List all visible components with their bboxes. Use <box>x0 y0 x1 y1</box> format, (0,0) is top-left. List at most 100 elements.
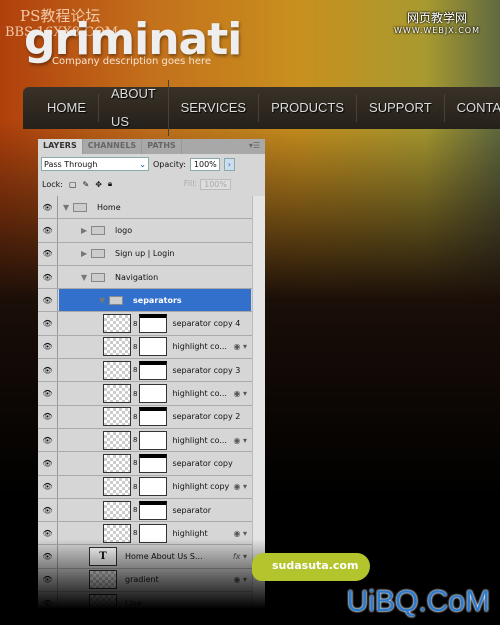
eye-icon[interactable]: 👁︎ <box>38 335 58 359</box>
eye-icon[interactable]: 👁︎ <box>38 592 58 615</box>
eye-icon[interactable]: 👁︎ <box>38 568 58 592</box>
layer-name: gradient <box>125 575 159 585</box>
mask-thumbnail <box>139 453 168 473</box>
expand-down-icon[interactable]: ▼ <box>81 273 91 282</box>
layer-name: logo <box>115 225 133 235</box>
eye-icon[interactable]: 👁︎ <box>38 289 58 312</box>
link-icon: 8 <box>133 436 138 445</box>
nav-contact[interactable]: CONTACT <box>445 94 500 122</box>
layer-style-icon[interactable]: ◉ ▾ <box>233 482 247 491</box>
layer-row[interactable]: 👁︎ 8 highlight co... ◉ ▾ <box>38 428 265 453</box>
eye-icon[interactable]: 👁︎ <box>38 382 58 405</box>
lock-transparency-icon[interactable]: ▢ <box>69 180 77 189</box>
link-icon: 8 <box>133 319 138 328</box>
layer-style-icon[interactable]: ◉ ▾ <box>233 575 247 584</box>
eye-icon[interactable]: 👁︎ <box>38 359 58 382</box>
layer-thumbnail <box>103 360 131 380</box>
eye-icon[interactable]: 👁︎ <box>38 196 58 219</box>
expand-down-icon[interactable]: ▼ <box>63 203 73 212</box>
layer-row[interactable]: 👁︎ ▼ separators <box>38 289 265 313</box>
fill-input[interactable]: 100% <box>200 178 231 190</box>
layer-row[interactable]: 👁︎ 8 separator copy 3 <box>38 359 265 383</box>
layer-name: separator <box>172 505 212 515</box>
tab-paths[interactable]: PATHS <box>142 139 182 154</box>
layer-row[interactable]: 👁︎ ▼ Navigation <box>38 265 265 290</box>
blend-mode-select[interactable]: Pass Through ⌄ <box>41 157 149 171</box>
eye-icon[interactable]: 👁︎ <box>38 219 58 242</box>
mask-thumbnail <box>139 500 168 520</box>
nav-services[interactable]: SERVICES <box>169 94 260 122</box>
lock-all-icon[interactable]: 🔒︎ <box>108 179 112 189</box>
layers-list: 👁︎ ▼ Home 👁︎ ▶ logo 👁︎ ▶ Sign up | Login 👁︎ ▼ Navig… <box>38 196 265 616</box>
layer-row[interactable]: 👁︎ 8 highlight co... ◉ ▾ <box>38 382 265 406</box>
layer-row[interactable]: 👁︎ 8 separator copy <box>38 452 265 476</box>
watermark-text: 网页教学网 <box>407 11 468 25</box>
layer-name: highlight <box>172 528 208 538</box>
layer-row[interactable]: 👁︎ 8 highlight ◉ ▾ <box>38 522 265 546</box>
panel-menu-icon[interactable]: ▾☰ <box>244 139 265 154</box>
layer-style-icon[interactable]: ◉ ▾ <box>233 342 247 351</box>
eye-icon[interactable]: 👁︎ <box>38 242 58 265</box>
watermark-logo: 网页教学网 WWW.WEBJX.COM <box>394 9 480 35</box>
nav-products[interactable]: PRODUCTS <box>259 94 358 122</box>
eye-icon[interactable]: 👁︎ <box>38 522 58 545</box>
folder-icon <box>91 225 105 235</box>
layer-row[interactable]: 👁︎ T Home About Us S... fx ▾ <box>38 545 265 569</box>
expand-right-icon[interactable]: ▶ <box>81 226 91 235</box>
layer-name: separator copy <box>172 458 233 468</box>
eye-icon[interactable]: 👁︎ <box>38 475 58 498</box>
mask-thumbnail <box>139 477 168 497</box>
layer-row[interactable]: 👁︎ Line <box>38 592 265 616</box>
watermark-url: WWW.WEBJX.COM <box>394 26 480 35</box>
nav-support[interactable]: SUPPORT <box>357 94 445 122</box>
link-icon: 8 <box>133 529 138 538</box>
layer-thumbnail <box>89 570 117 590</box>
folder-icon <box>73 202 87 212</box>
layer-thumbnail <box>103 477 131 497</box>
eye-icon[interactable]: 👁︎ <box>38 498 58 522</box>
eye-icon[interactable]: 👁︎ <box>38 265 58 289</box>
layer-row[interactable]: 👁︎ 8 separator copy 2 <box>38 405 265 429</box>
eye-icon[interactable]: 👁︎ <box>38 545 58 568</box>
layer-row[interactable]: 👁︎ ▼ Home <box>38 196 265 220</box>
layer-style-icon[interactable]: ◉ ▾ <box>233 529 247 538</box>
layer-name: Navigation <box>115 272 159 282</box>
eye-icon[interactable]: 👁︎ <box>38 405 58 428</box>
layer-name: Home About Us S... <box>125 552 203 562</box>
layer-row[interactable]: 👁︎ ▶ Sign up | Login <box>38 242 265 266</box>
opacity-slider-button[interactable]: › <box>223 157 235 171</box>
layer-style-icon[interactable]: ◉ ▾ <box>233 389 247 398</box>
layer-name: Home <box>97 202 121 212</box>
nav-about[interactable]: ABOUT US <box>99 80 169 136</box>
eye-icon[interactable]: 👁︎ <box>38 428 58 452</box>
eye-icon[interactable]: 👁︎ <box>38 312 58 335</box>
layer-row[interactable]: 👁︎ 8 separator <box>38 498 265 523</box>
layer-row[interactable]: 👁︎ ▶ logo <box>38 219 265 243</box>
layer-row[interactable]: 👁︎ 8 highlight copy ◉ ▾ <box>38 475 265 499</box>
opacity-input[interactable]: 100% <box>189 157 220 171</box>
eye-icon[interactable]: 👁︎ <box>38 452 58 475</box>
expand-down-icon[interactable]: ▼ <box>99 296 109 305</box>
folder-icon <box>109 295 123 305</box>
layer-thumbnail <box>103 337 131 357</box>
layer-thumbnail <box>103 453 131 473</box>
opacity-label: Opacity: <box>153 159 186 169</box>
link-icon: 8 <box>133 506 138 514</box>
lock-brush-icon[interactable]: ✎ <box>83 180 90 189</box>
nav-home[interactable]: HOME <box>35 94 99 122</box>
layer-row[interactable]: 👁︎ 8 highlight co... ◉ ▾ <box>38 335 265 360</box>
layer-row[interactable]: 👁︎ 8 separator copy 4 <box>38 312 265 336</box>
layer-name: highlight co... <box>172 435 227 445</box>
mask-thumbnail <box>139 384 168 404</box>
layer-name: separator copy 4 <box>172 319 241 329</box>
layer-style-icon[interactable]: ◉ ▾ <box>233 436 247 445</box>
tab-channels[interactable]: CHANNELS <box>83 139 143 154</box>
chevron-down-icon: ⌄ <box>139 159 146 169</box>
lock-move-icon[interactable]: ✥ <box>95 180 102 189</box>
expand-right-icon[interactable]: ▶ <box>81 249 91 258</box>
tab-layers[interactable]: LAYERS <box>38 139 83 154</box>
blend-mode-value: Pass Through <box>44 159 98 169</box>
layer-row[interactable]: 👁︎ gradient ◉ ▾ <box>38 568 265 593</box>
fx-icon[interactable]: fx ▾ <box>233 552 247 561</box>
mask-thumbnail <box>139 360 168 380</box>
